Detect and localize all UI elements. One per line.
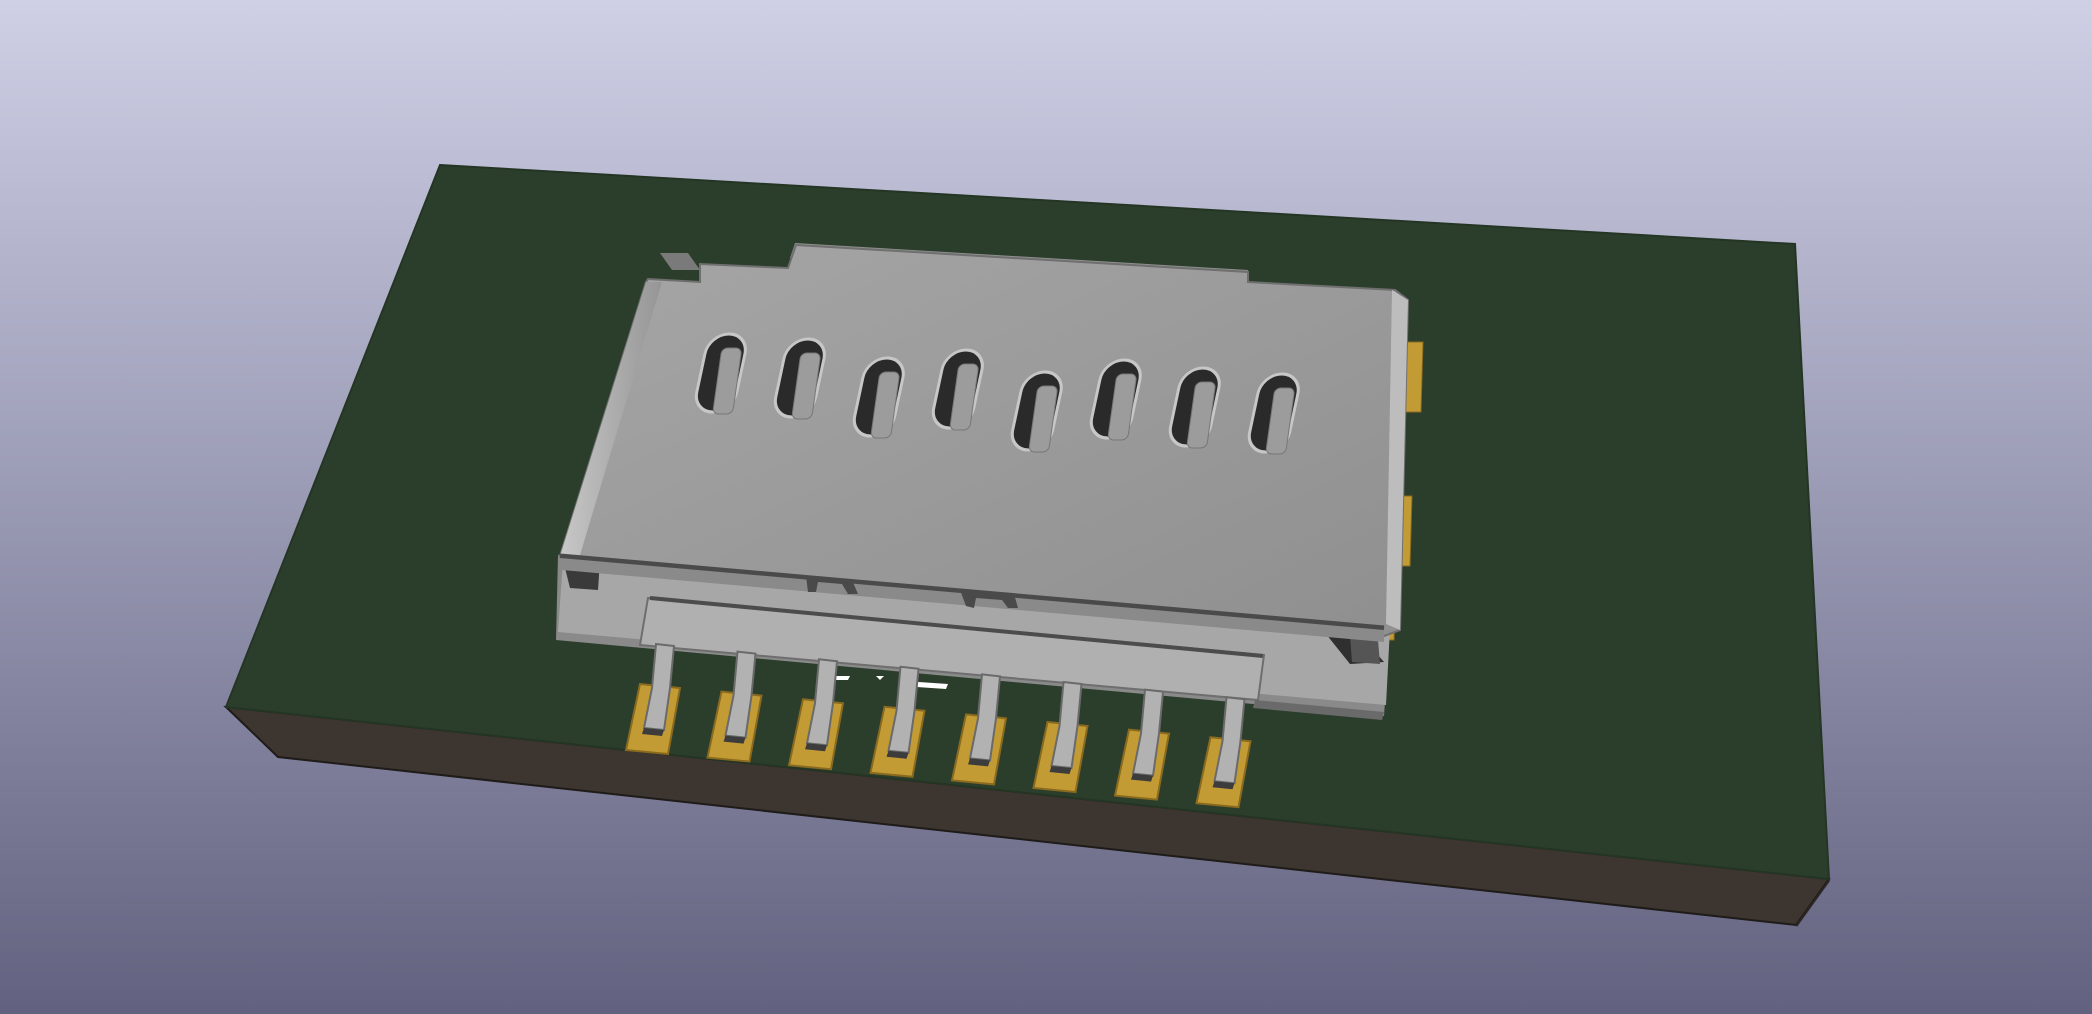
pcb-3d-scene[interactable] xyxy=(0,0,2092,1014)
3d-viewer-canvas[interactable] xyxy=(0,0,2092,1014)
